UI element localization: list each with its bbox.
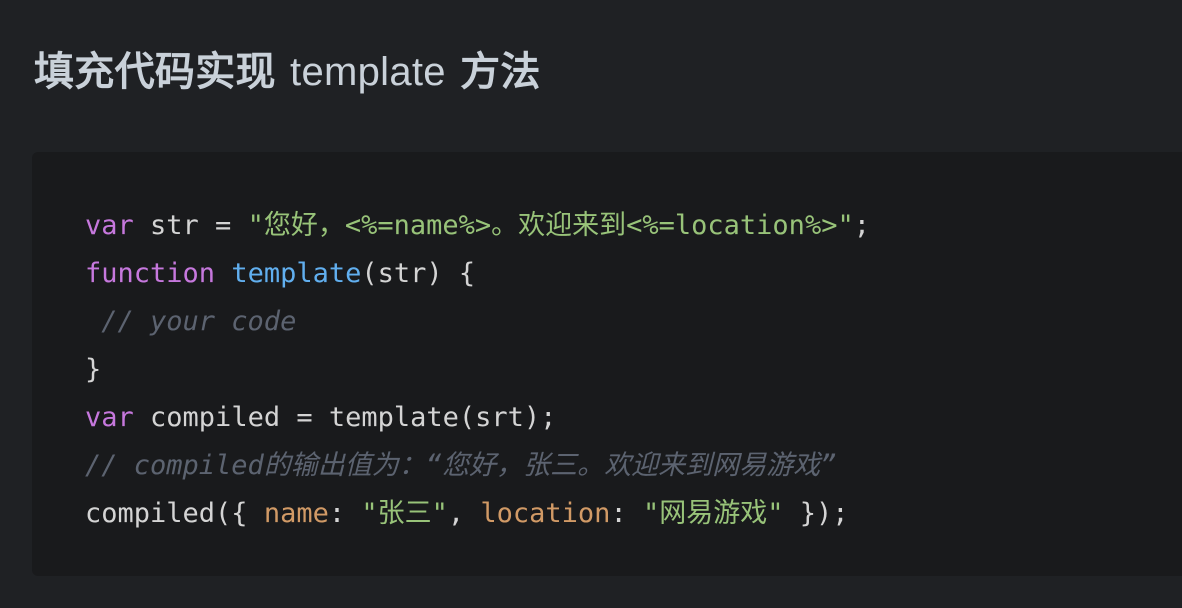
code-comment: // your code bbox=[85, 306, 297, 337]
string-literal: "您好，<%=name%>。欢迎来到<%=location%>" bbox=[247, 210, 854, 241]
code-punctuation: }); bbox=[783, 498, 849, 529]
code-line-5: var compiled = template(srt); bbox=[85, 394, 1182, 442]
string-literal: "张三" bbox=[361, 498, 448, 529]
code-text: (str) { bbox=[361, 258, 476, 289]
code-block[interactable]: var str = "您好，<%=name%>。欢迎来到<%=location%… bbox=[32, 152, 1182, 576]
code-text: compiled({ bbox=[85, 498, 264, 529]
string-literal: "网易游戏" bbox=[642, 498, 784, 529]
keyword-function: function bbox=[85, 258, 216, 289]
code-line-6: // compiled的输出值为：“您好，张三。欢迎来到网易游戏” bbox=[85, 442, 1182, 490]
property-name: name bbox=[263, 498, 329, 529]
heading-zh-prefix: 填充代码实现 bbox=[34, 49, 291, 95]
function-name: template bbox=[231, 258, 362, 289]
code-line-4: } bbox=[85, 346, 1182, 394]
code-line-1: var str = "您好，<%=name%>。欢迎来到<%=location%… bbox=[85, 202, 1182, 250]
code-punctuation: , bbox=[447, 498, 481, 529]
property-name: location bbox=[480, 498, 611, 529]
code-punctuation: : bbox=[610, 498, 643, 529]
code-brace: } bbox=[85, 354, 102, 385]
code-line-7: compiled({ name: "张三", location: "网易游戏" … bbox=[85, 490, 1182, 538]
keyword-var: var bbox=[85, 210, 134, 241]
page-heading: 填充代码实现 template 方法 bbox=[34, 40, 541, 104]
code-punctuation: ; bbox=[853, 210, 870, 241]
code-text: str = bbox=[133, 210, 248, 241]
code-line-2: function template(str) { bbox=[85, 250, 1182, 298]
code-line-3: // your code bbox=[85, 298, 1182, 346]
code-text: compiled = template(srt); bbox=[133, 402, 557, 433]
code-comment: // compiled的输出值为：“您好，张三。欢迎来到网易游戏” bbox=[85, 450, 837, 481]
keyword-var: var bbox=[85, 402, 134, 433]
code-punctuation: : bbox=[328, 498, 362, 529]
heading-method-name: template bbox=[290, 50, 446, 94]
heading-zh-suffix: 方法 bbox=[445, 49, 541, 95]
